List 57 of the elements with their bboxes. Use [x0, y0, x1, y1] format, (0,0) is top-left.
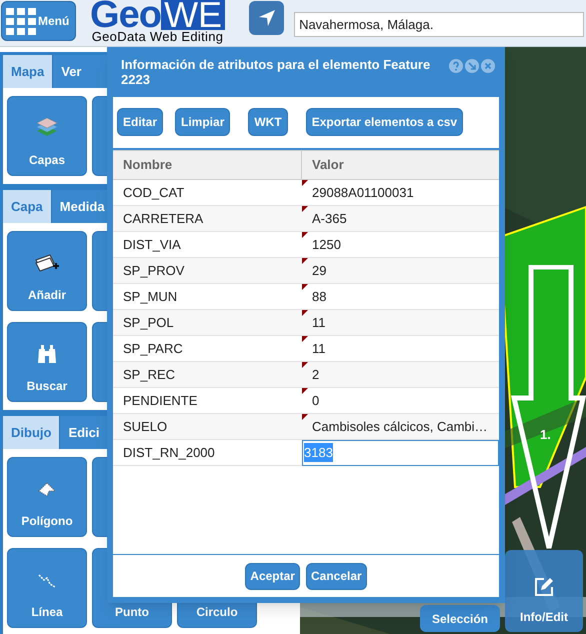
table-cell-text: 2: [311, 366, 320, 384]
tool-button[interactable]: Añadir: [7, 231, 87, 311]
toolbar-button[interactable]: Editar: [117, 108, 164, 136]
tab[interactable]: Dibujo: [3, 416, 60, 449]
step-label: 1.: [540, 426, 551, 444]
tab[interactable]: Capa: [3, 190, 51, 223]
table-cell-text: 11: [311, 314, 326, 332]
menu-button[interactable]: Menú: [1, 1, 76, 41]
close-icon[interactable]: [481, 59, 495, 73]
locate-button[interactable]: [249, 1, 284, 35]
column-header: Valor: [311, 156, 345, 174]
table-cell-text: 29: [311, 262, 328, 280]
table-cell-text: SP_POL: [122, 314, 175, 332]
navigation-arrow-icon: [258, 9, 276, 27]
table-cell-text: DIST_RN_2000: [122, 444, 216, 462]
table-cell-text: SP_REC: [122, 366, 176, 384]
table-cell-text: A-365: [311, 210, 348, 228]
dialog-button[interactable]: Cancelar: [306, 562, 367, 590]
value-input-field[interactable]: 3183: [302, 440, 499, 466]
toolbar-button[interactable]: Limpiar: [175, 108, 230, 136]
binoculars-icon: [36, 343, 58, 365]
tool-button[interactable]: Capas: [7, 96, 87, 176]
table-cell-text: PENDIENTE: [122, 392, 198, 410]
table-cell-text: 29088A01100031: [311, 184, 415, 202]
table-cell-text: 88: [311, 288, 328, 306]
column-header: Nombre: [113, 151, 302, 179]
logo-text: WE: [161, 0, 226, 30]
mode-button[interactable]: Info/Edit: [505, 550, 583, 632]
menu-icon: [6, 8, 36, 34]
mode-button[interactable]: Selección: [420, 605, 500, 632]
tool-button[interactable]: Buscar: [7, 322, 87, 402]
tool-button[interactable]: Polígono: [7, 457, 87, 537]
card-plus-icon: [34, 252, 60, 274]
table-cell-text: SP_MUN: [122, 288, 178, 306]
table-cell-text: 1250: [311, 236, 342, 254]
table-cell-text: CARRETERA: [122, 210, 204, 228]
help-icon[interactable]: [449, 59, 463, 73]
table-cell-text: SP_PROV: [122, 262, 186, 280]
dialog-title: Información de atributos para el elemento Feature 2223: [121, 57, 432, 87]
edit-icon: [533, 576, 555, 598]
table-cell-text: 11: [311, 340, 326, 358]
table-cell-text: DIST_VIA: [122, 236, 182, 254]
logo-subtitle: GeoData Web Editing: [92, 30, 224, 44]
toolbar-button[interactable]: Exportar elementos a csv: [306, 108, 464, 136]
tool-button[interactable]: Línea: [7, 548, 87, 628]
table-cell-text: SUELO: [122, 418, 168, 436]
dialog-button[interactable]: Aceptar: [245, 562, 300, 590]
table-cell-text: SP_PARC: [122, 340, 184, 358]
toolbar-button[interactable]: WKT: [248, 108, 288, 136]
table-cell-text: COD_CAT: [122, 184, 186, 202]
table-cell-text: 0: [311, 392, 320, 410]
table-cell-text: Cambisoles cálcicos, Cambi…: [311, 418, 489, 436]
logo-text: Geo: [90, 0, 162, 30]
tab[interactable]: Mapa: [3, 55, 52, 88]
layers-icon: [34, 117, 60, 139]
search-field[interactable]: Navahermosa, Málaga.: [294, 12, 584, 37]
minimize-icon[interactable]: [465, 59, 479, 73]
